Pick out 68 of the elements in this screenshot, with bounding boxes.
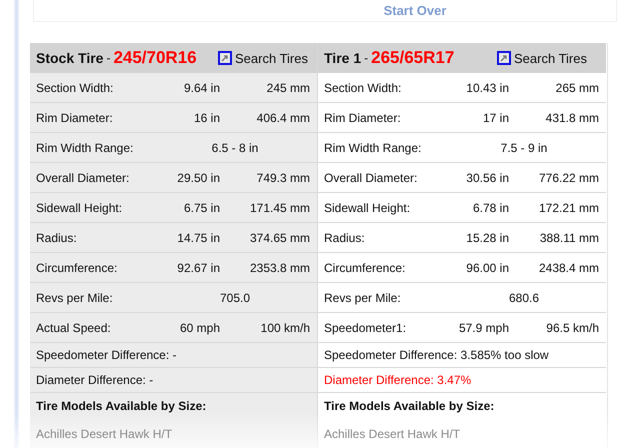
row-label: Radius: <box>324 230 366 244</box>
speedometer-difference: Speedometer Difference: 3.585% too slow <box>324 348 549 362</box>
tire-size: 245/70R16 <box>113 48 197 68</box>
tire-model[interactable]: Achilles Desert Hawk H/T <box>324 427 460 441</box>
row-label: Rim Width Range: <box>36 140 134 154</box>
inch-value: 14.75 in <box>176 230 220 244</box>
start-over-button[interactable]: Start Over <box>380 0 450 21</box>
row-label: Sidewall Height: <box>324 200 412 214</box>
row-label: Circumference: <box>36 260 118 274</box>
metric-value: 431.8 mm <box>544 110 599 124</box>
inch-value: 10.43 in <box>465 80 509 94</box>
inch-value: 15.28 in <box>465 230 509 244</box>
metric-value: 374.65 mm <box>248 230 310 244</box>
metric-value: 776.22 mm <box>538 170 599 184</box>
inch-value: 57.9 mph <box>458 320 509 334</box>
row-label: Radius: <box>36 230 78 244</box>
tire-title: Stock Tire <box>36 50 104 66</box>
row-value: 705.0 <box>218 290 252 304</box>
row-label: Sidewall Height: <box>36 200 124 214</box>
row-label: Overall Diameter: <box>36 170 130 184</box>
metric-value: 245 mm <box>266 80 310 94</box>
metric-value: 388.11 mm <box>538 230 599 244</box>
row-value: 6.5 - 8 in <box>210 140 260 154</box>
row-label: Rim Diameter: <box>36 110 114 124</box>
tire-title: Tire 1 <box>324 50 362 66</box>
metric-value: 172.21 mm <box>538 200 599 214</box>
inch-value: 9.64 in <box>182 80 220 94</box>
search-tires-link[interactable]: Search Tires <box>497 50 587 66</box>
tire-size: 265/65R17 <box>371 48 454 68</box>
inch-value: 96.00 in <box>465 260 509 274</box>
models-heading: Tire Models Available by Size: <box>36 399 206 413</box>
metric-value: 96.5 km/h <box>545 320 599 334</box>
diameter-difference: Diameter Difference: - <box>36 373 154 387</box>
search-tires-link[interactable]: Search Tires <box>218 50 308 66</box>
external-link-icon <box>497 51 512 65</box>
row-value: 680.6 <box>508 290 540 304</box>
speedometer-difference: Speedometer Difference: - <box>36 348 177 362</box>
row-label: Speedometer1: <box>324 320 408 334</box>
inch-value: 6.78 in <box>472 200 509 214</box>
row-label: Actual Speed: <box>36 320 112 334</box>
row-label: Rim Width Range: <box>324 140 422 154</box>
metric-value: 2438.4 mm <box>538 260 599 274</box>
row-label: Rim Diameter: <box>324 110 402 124</box>
inch-value: 6.75 in <box>182 200 220 214</box>
metric-value: 265 mm <box>554 80 599 94</box>
inch-value: 60 mph <box>178 320 220 334</box>
metric-value: 100 km/h <box>260 320 310 334</box>
metric-value: 2353.8 mm <box>248 260 310 274</box>
external-link-icon <box>218 51 232 65</box>
row-label: Overall Diameter: <box>324 170 418 184</box>
metric-value: 406.4 mm <box>256 110 310 124</box>
separator: - <box>106 51 110 65</box>
inch-value: 92.67 in <box>176 260 220 274</box>
separator: - <box>364 51 368 65</box>
row-value: 7.5 - 9 in <box>500 140 548 154</box>
row-label: Section Width: <box>36 80 114 94</box>
diameter-difference: Diameter Difference: 3.47% <box>324 373 472 387</box>
row-label: Circumference: <box>324 260 406 274</box>
inch-value: 16 in <box>192 110 220 124</box>
inch-value: 30.56 in <box>465 170 509 184</box>
models-heading: Tire Models Available by Size: <box>324 399 494 413</box>
row-label: Section Width: <box>324 80 402 94</box>
row-label: Revs per Mile: <box>324 290 402 304</box>
inch-value: 17 in <box>482 110 509 124</box>
metric-value: 749.3 mm <box>256 170 310 184</box>
row-label: Revs per Mile: <box>36 290 114 304</box>
inch-value: 29.50 in <box>176 170 220 184</box>
metric-value: 171.45 mm <box>248 200 310 214</box>
